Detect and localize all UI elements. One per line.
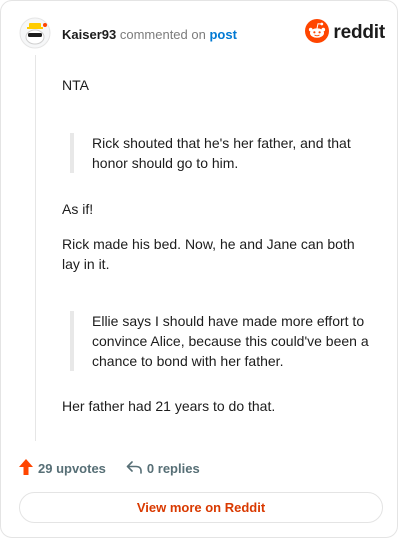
author-name[interactable]: Kaiser93	[62, 27, 116, 42]
upvote-count: 29 upvotes	[38, 460, 106, 476]
comment-header: Kaiser93 commented on post reddit	[19, 15, 387, 51]
blockquote-text: Rick shouted that he's her father, and t…	[92, 135, 351, 171]
reply-count: 0 replies	[146, 460, 200, 476]
avatar-icon[interactable]	[19, 17, 51, 49]
reply-button[interactable]: 0 replies	[126, 460, 200, 477]
comment-paragraph: NTA	[62, 77, 89, 93]
comment-paragraph: Her father had 21 years to do that.	[62, 398, 276, 414]
upvote-button[interactable]: 29 upvotes	[19, 458, 106, 478]
blockquote-text: Ellie says I should have made more effor…	[92, 313, 369, 369]
thread-line	[35, 55, 36, 441]
blockquote: Ellie says I should have made more effor…	[70, 311, 370, 371]
comment-meta: Kaiser93 commented on post	[62, 27, 237, 42]
reddit-brand[interactable]: reddit	[305, 18, 385, 48]
comment-paragraph: Rick made his bed. Now, he and Jane can …	[62, 236, 355, 272]
comment-actions: 29 upvotes 0 replies	[19, 457, 200, 479]
comment-card: Kaiser93 commented on post reddit NTA Ri…	[0, 0, 398, 538]
post-link[interactable]: post	[209, 27, 236, 42]
view-more-button[interactable]: View more on Reddit	[19, 492, 383, 523]
blockquote: Rick shouted that he's her father, and t…	[70, 133, 370, 173]
reply-icon	[126, 460, 147, 477]
comment-verb: commented on	[119, 27, 206, 42]
reddit-logo-icon	[305, 18, 330, 48]
upvote-arrow-icon	[19, 458, 38, 478]
comment-paragraph: As if!	[62, 201, 94, 217]
reddit-wordmark: reddit	[333, 22, 385, 43]
